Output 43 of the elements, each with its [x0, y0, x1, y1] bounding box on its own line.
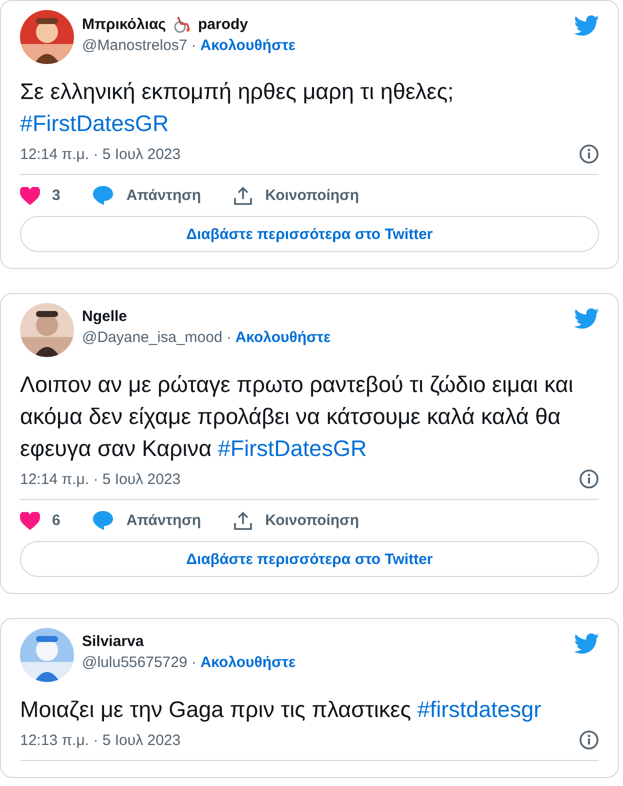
info-icon[interactable]	[579, 730, 599, 750]
share-button[interactable]: Κοινοποίηση	[233, 510, 359, 530]
like-button[interactable]: 3	[20, 186, 60, 204]
info-icon[interactable]	[579, 469, 599, 489]
follow-link[interactable]: Ακολουθήστε	[235, 329, 331, 346]
user-name: Silviarva	[82, 633, 144, 650]
user-name: parody	[198, 16, 248, 32]
read-more-button[interactable]: Διαβάστε περισσότερα στο Twitter	[20, 216, 599, 252]
read-more-button[interactable]: Διαβάστε περισσότερα στο Twitter	[20, 541, 599, 577]
user-name: Ngelle	[82, 308, 128, 325]
user-name: Μπρικόλιας	[82, 16, 166, 32]
separator: ·	[191, 654, 196, 671]
follow-link[interactable]: Ακολουθήστε	[200, 37, 296, 54]
timestamp: 12:14 π.μ. · 5 Ιουλ 2023	[20, 146, 181, 162]
bird-icon[interactable]	[574, 13, 599, 38]
reply-button[interactable]: Απάντηση	[92, 185, 202, 206]
share-icon	[233, 510, 254, 530]
hashtag-link[interactable]: #FirstDatesGR	[20, 108, 169, 140]
hashtag-link[interactable]: #FirstDatesGR	[218, 436, 367, 461]
timestamp: 12:14 π.μ. · 5 Ιουλ 2023	[20, 470, 181, 488]
tweet-text: Μοιαζει με την Gaga πριν τις πλαστικες #firstdatesgr	[20, 696, 542, 724]
speech-bubble-icon	[92, 510, 114, 531]
speech-bubble-icon	[92, 185, 114, 206]
share-icon	[233, 186, 254, 206]
user-handle: @Manostrelos7	[82, 37, 188, 54]
like-button[interactable]: 6	[20, 512, 60, 530]
reply-button[interactable]: Απάντηση	[92, 510, 202, 531]
tweet-text: Λοιπον αν με ρώταγε πρωτο ραντεβού τι ζώδιο ειμαι και ακόμα δεν είχαμε προλάβει να κάτσουμε καλά καλά θα εφευγα σαν Καρινα #FirstDatesGR	[20, 371, 574, 463]
user-handle: @lulu55675729	[82, 654, 188, 671]
info-icon[interactable]	[579, 144, 599, 164]
heart-icon	[20, 186, 40, 204]
share-button[interactable]: Κοινοποίηση	[233, 186, 359, 206]
bird-icon[interactable]	[574, 306, 599, 331]
timestamp: 12:13 π.μ. · 5 Ιουλ 2023	[20, 732, 181, 748]
user-handle: @Dayane_isa_mood	[82, 329, 222, 346]
separator: ·	[191, 37, 196, 54]
wheelchair-icon	[172, 15, 192, 33]
hashtag-link[interactable]: #firstdatesgr	[417, 697, 542, 722]
heart-icon	[20, 512, 40, 530]
bird-icon[interactable]	[574, 631, 599, 656]
follow-link[interactable]: Ακολουθήστε	[200, 654, 296, 671]
separator: ·	[226, 329, 232, 346]
tweet-text: Σε ελληνική εκπομπή ηρθες μαρη τι ηθελες; #FirstDatesGR	[20, 76, 599, 140]
